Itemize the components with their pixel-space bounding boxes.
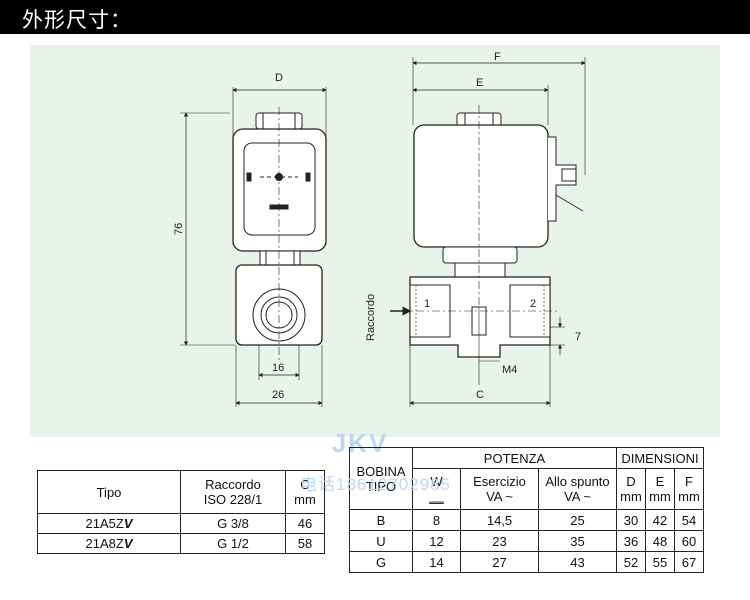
cell-tipo: 21A8ZV [37, 533, 181, 554]
header-w: W ‗‗ [412, 468, 461, 510]
header-dimensioni: DIMENSIONI [616, 447, 704, 469]
label-port-1: 1 [424, 298, 430, 310]
cell-tipo: 21A5ZV [37, 513, 181, 534]
section-header: 外形尺寸： [0, 0, 750, 34]
cell-tipo: U [349, 530, 413, 552]
cell-raccordo: G 1/2 [180, 533, 286, 554]
header-bobina-tipo: BOBINA TIPO [349, 447, 413, 510]
cell-e: 48 [645, 530, 675, 552]
cell-f: 54 [674, 509, 704, 531]
cell-c: 46 [285, 513, 325, 534]
cell-f: 67 [674, 551, 704, 573]
cell-f: 60 [674, 530, 704, 552]
table-row: 21A5ZV G 3/8 46 [37, 513, 325, 534]
header-d: D mm [616, 468, 646, 510]
cell-d: 52 [616, 551, 646, 573]
table-row: 21A8ZV G 1/2 58 [37, 533, 325, 554]
cell-spunto: 25 [538, 509, 617, 531]
header-esercizio: Esercizio VA ~ [460, 468, 539, 510]
header-allo-spunto: Allo spunto VA ~ [538, 468, 617, 510]
coil-table: BOBINA TIPO POTENZA DIMENSIONI W ‗‗ Eser… [349, 447, 704, 573]
cell-d: 36 [616, 530, 646, 552]
cell-w: 14 [412, 551, 461, 573]
cell-esercizio: 23 [460, 530, 539, 552]
label-D: D [275, 72, 283, 84]
table-row: G 14 27 43 52 55 67 [349, 551, 704, 573]
label-16: 16 [272, 362, 284, 374]
label-port-2: 2 [530, 298, 536, 310]
cell-w: 12 [412, 530, 461, 552]
label-76: 76 [173, 223, 185, 235]
side-view [390, 57, 586, 407]
table-row: U 12 23 35 36 48 60 [349, 530, 704, 552]
label-raccordo: Raccordo [365, 294, 377, 341]
label-7: 7 [575, 331, 581, 343]
label-E: E [476, 77, 483, 89]
label-M4: M4 [502, 364, 517, 376]
cell-esercizio: 27 [460, 551, 539, 573]
cell-c: 58 [285, 533, 325, 554]
front-view [180, 87, 327, 407]
valve-dimension-drawing: D 76 16 26 F E C M4 7 Raccordo 1 2 [173, 51, 586, 407]
technical-drawing: D 76 16 26 F E C M4 7 Raccordo 1 2 [30, 45, 720, 437]
label-26: 26 [272, 389, 284, 401]
label-F: F [494, 51, 501, 63]
header-c: C mm [285, 470, 325, 514]
cell-e: 55 [645, 551, 675, 573]
cell-spunto: 35 [538, 530, 617, 552]
model-table: Tipo Raccordo ISO 228/1 C mm 21A5ZV G 3/… [37, 470, 325, 554]
cell-tipo: B [349, 509, 413, 531]
cell-raccordo: G 3/8 [180, 513, 286, 534]
cell-d: 30 [616, 509, 646, 531]
header-f: F mm [674, 468, 704, 510]
cell-esercizio: 14,5 [460, 509, 539, 531]
label-C: C [476, 389, 484, 401]
header-e: E mm [645, 468, 675, 510]
header-potenza: POTENZA [412, 447, 617, 469]
section-title: 外形尺寸： [22, 8, 132, 32]
header-raccordo: Raccordo ISO 228/1 [180, 470, 286, 514]
table-row: B 8 14,5 25 30 42 54 [349, 509, 704, 531]
cell-tipo: G [349, 551, 413, 573]
cell-e: 42 [645, 509, 675, 531]
header-tipo: Tipo [37, 470, 181, 514]
cell-w: 8 [412, 509, 461, 531]
cell-spunto: 43 [538, 551, 617, 573]
